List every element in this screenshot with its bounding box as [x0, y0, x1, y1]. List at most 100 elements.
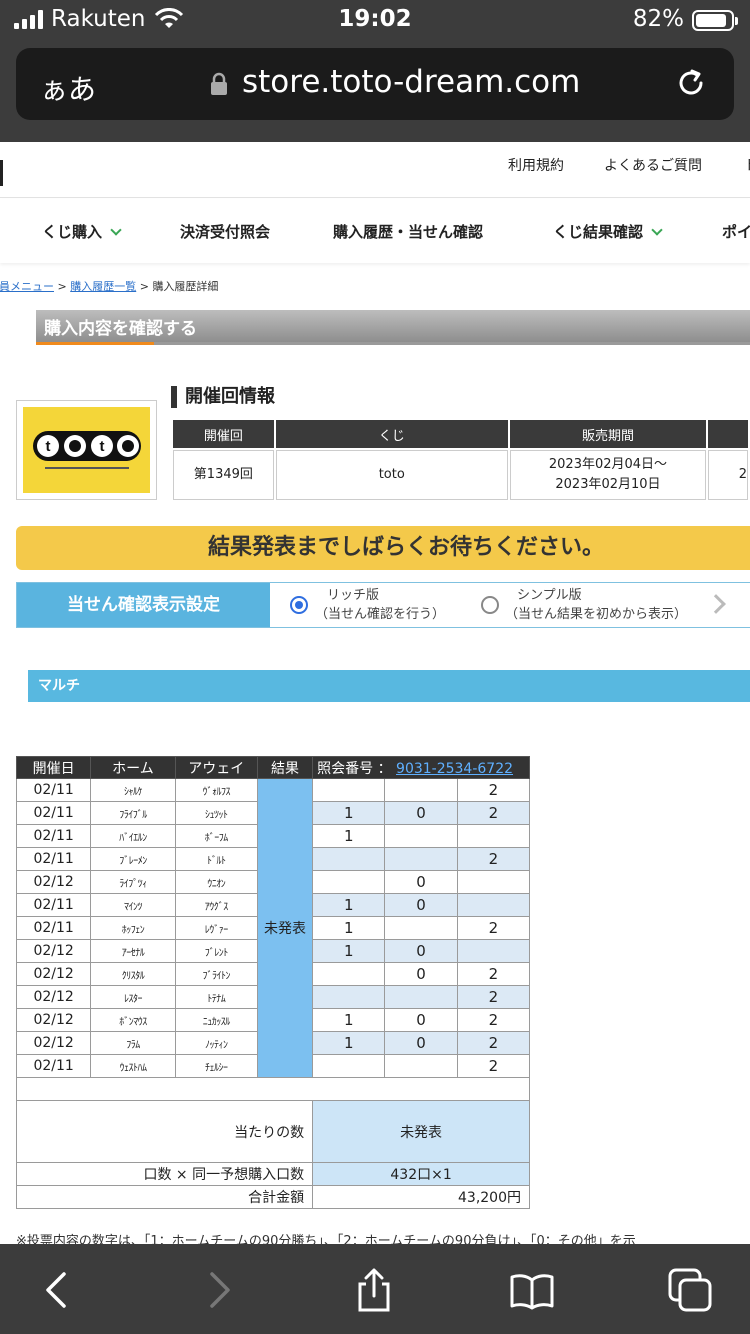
home-team: ﾌﾗｲﾌﾞﾙ — [90, 801, 176, 825]
pick-away-win — [456, 893, 531, 917]
match-date: 02/11 — [15, 916, 92, 940]
toto-logo-mark: t t — [33, 431, 141, 469]
home-team: ﾊﾞｲｴﾙﾝ — [90, 824, 176, 848]
match-date: 02/11 — [15, 1054, 92, 1078]
away-team: ﾌﾞﾚﾝﾄ — [174, 939, 258, 963]
web-content: 利用規約 よくあるご質問 ト くじ購入 決済受付照会 購入履歴・当せん確認 くじ… — [0, 142, 750, 1244]
pick-draw: 0 — [384, 1031, 458, 1055]
pick-away-win: 2 — [456, 1031, 531, 1055]
pick-away-win: 2 — [456, 801, 531, 825]
away-team: ﾉｯﾃｨﾝ — [174, 1031, 258, 1055]
total-value: 43,200円 — [312, 1185, 530, 1209]
away-team: ﾁｪﾙｼｰ — [174, 1054, 258, 1078]
back-icon[interactable] — [36, 1268, 80, 1312]
round-header: 開催回 — [173, 420, 274, 448]
nav-points[interactable]: ポイ — [722, 221, 750, 242]
utility-nav: 利用規約 よくあるご質問 ト — [0, 142, 750, 198]
away-team: ﾌﾞﾗｲﾄﾝ — [174, 962, 258, 986]
pick-draw — [384, 824, 458, 848]
breadcrumb: 会員メニュー > 購入履歴一覧 > 購入履歴詳細 — [0, 278, 218, 294]
lottery-value: toto — [275, 450, 508, 500]
breadcrumb-member-menu[interactable]: 会員メニュー — [0, 280, 54, 293]
pick-home-win: 1 — [312, 893, 386, 917]
spacer-row — [16, 1077, 530, 1101]
pick-away-win: 2 — [456, 916, 531, 940]
display-setting: 当せん確認表示設定 リッチ版 （当せん確認を行う） シンプル版 （当せん結果を初… — [16, 582, 750, 628]
nav-history[interactable]: 購入履歴・当せん確認 — [333, 221, 483, 242]
svg-text:t: t — [46, 438, 51, 455]
pick-draw: 0 — [384, 893, 458, 917]
battery-icon — [692, 10, 738, 31]
period-header: 販売期間 — [509, 420, 707, 448]
home-team: ｼｬﾙｹ — [90, 778, 176, 802]
option-rich-sub: （当せん確認を行う） — [315, 607, 446, 622]
footnote: ※投票内容の数字は、「1：ホームチームの90分勝ち」、「2：ホームチームの90分… — [16, 1234, 636, 1244]
pick-home-win — [312, 778, 386, 802]
breadcrumb-history-list[interactable]: 購入履歴一覧 — [70, 280, 136, 293]
col-home: ホーム — [90, 756, 176, 779]
pick-home-win: 1 — [312, 801, 386, 825]
share-icon[interactable] — [352, 1268, 396, 1312]
reader-button[interactable]: ぁあ — [40, 68, 96, 108]
util-link-more[interactable]: ト — [744, 155, 750, 175]
hits-label: 当たりの数 — [15, 1100, 314, 1163]
units-row: 口数 × 同一予想購入口数 432口×1 — [15, 1162, 530, 1186]
section-title-text: 購入内容を確認する — [44, 319, 197, 339]
lottery-header: くじ — [275, 420, 508, 448]
match-date: 02/12 — [15, 1008, 92, 1032]
pick-draw — [384, 916, 458, 940]
chevron-right-icon[interactable] — [706, 594, 726, 614]
col-result: 結果 — [256, 756, 314, 779]
pick-away-win — [456, 939, 531, 963]
inquiry-label: 照会番号 ： — [317, 760, 392, 777]
address-bar[interactable]: ぁあ store.toto-dream.com — [16, 48, 734, 120]
inquiry-number-link[interactable]: 9031-2534-6722 — [396, 761, 513, 777]
round-info-title: 開催回情報 — [171, 386, 275, 408]
reload-icon[interactable] — [674, 66, 708, 100]
bookmarks-icon[interactable] — [510, 1268, 554, 1312]
match-date: 02/11 — [15, 824, 92, 848]
pick-home-win — [312, 1054, 386, 1078]
away-team: ﾆｭｶｯｽﾙ — [174, 1008, 258, 1032]
pick-away-win: 2 — [456, 778, 531, 802]
pick-draw: 0 — [384, 870, 458, 894]
tabs-icon[interactable] — [668, 1268, 712, 1312]
pick-home-win: 1 — [312, 939, 386, 963]
option-simple[interactable]: シンプル版 （当せん結果を初めから表示） — [505, 586, 687, 624]
svg-text:t: t — [100, 438, 105, 455]
option-rich-title: リッチ版 — [327, 588, 380, 603]
url-text[interactable]: store.toto-dream.com — [242, 64, 580, 100]
toto-logo-bg: t t — [23, 407, 150, 493]
lock-icon — [211, 72, 227, 95]
total-label: 合計金額 — [15, 1185, 314, 1209]
radio-simple[interactable] — [481, 596, 499, 614]
pick-away-win: 2 — [456, 1008, 531, 1032]
forward-icon[interactable] — [196, 1268, 240, 1312]
option-rich[interactable]: リッチ版 （当せん確認を行う） — [315, 586, 445, 624]
home-team: ﾗｲﾌﾟﾂｨ — [90, 870, 176, 894]
section-title: 購入内容を確認する — [36, 310, 750, 345]
option-simple-sub: （当せん結果を初めから表示） — [505, 607, 688, 622]
nav-buy[interactable]: くじ購入 — [42, 221, 122, 242]
pick-away-win: 2 — [456, 962, 531, 986]
nav-payment[interactable]: 決済受付照会 — [180, 221, 270, 242]
home-team: ﾎﾞﾝﾏｳｽ — [90, 1008, 176, 1032]
breadcrumb-sep: > — [139, 280, 149, 293]
nav-results[interactable]: くじ結果確認 — [553, 221, 663, 242]
pick-draw — [384, 985, 458, 1009]
total-row: 合計金額 43,200円 — [15, 1185, 530, 1209]
pick-draw: 0 — [384, 939, 458, 963]
period-end: 2023年02月10日 — [555, 477, 661, 492]
util-link-faq[interactable]: よくあるご質問 — [604, 155, 702, 175]
radio-rich[interactable] — [290, 596, 308, 614]
match-date: 02/12 — [15, 962, 92, 986]
col-away: アウェイ — [174, 756, 258, 779]
pick-home-win: 1 — [312, 1008, 386, 1032]
home-team: ﾌﾞﾚｰﾒﾝ — [90, 847, 176, 871]
pick-home-win — [312, 962, 386, 986]
pick-home-win: 1 — [312, 824, 386, 848]
col-inquiry: 照会番号 ： 9031-2534-6722 — [312, 756, 530, 779]
away-team: ｱｳｸﾞｽ — [174, 893, 258, 917]
pick-home-win — [312, 870, 386, 894]
util-link-terms[interactable]: 利用規約 — [508, 155, 564, 175]
